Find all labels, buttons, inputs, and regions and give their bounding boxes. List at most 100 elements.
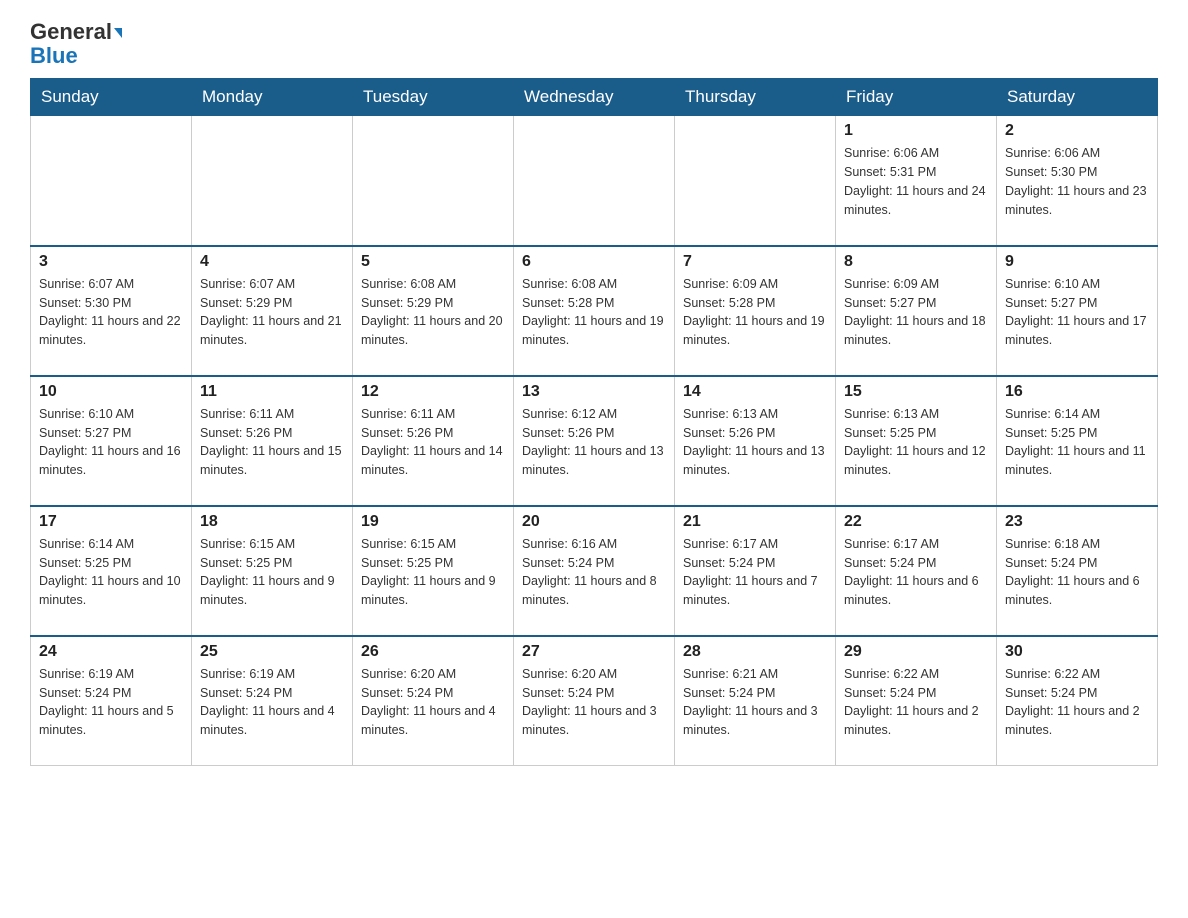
day-number: 23 xyxy=(1005,513,1149,531)
calendar-cell xyxy=(192,116,353,246)
column-header-tuesday: Tuesday xyxy=(353,79,514,116)
calendar-cell: 7 Sunrise: 6:09 AMSunset: 5:28 PMDaylight… xyxy=(675,246,836,376)
day-number: 13 xyxy=(522,383,666,401)
day-info: Sunrise: 6:15 AMSunset: 5:25 PMDaylight:… xyxy=(361,535,505,610)
day-number: 22 xyxy=(844,513,988,531)
day-number: 2 xyxy=(1005,122,1149,140)
day-info: Sunrise: 6:06 AMSunset: 5:30 PMDaylight:… xyxy=(1005,144,1149,219)
calendar-cell: 12 Sunrise: 6:11 AMSunset: 5:26 PMDayligh… xyxy=(353,376,514,506)
day-info: Sunrise: 6:22 AMSunset: 5:24 PMDaylight:… xyxy=(844,665,988,740)
day-number: 6 xyxy=(522,253,666,271)
day-info: Sunrise: 6:12 AMSunset: 5:26 PMDaylight:… xyxy=(522,405,666,480)
day-number: 29 xyxy=(844,643,988,661)
calendar-cell: 1 Sunrise: 6:06 AMSunset: 5:31 PMDaylight… xyxy=(836,116,997,246)
day-info: Sunrise: 6:10 AMSunset: 5:27 PMDaylight:… xyxy=(39,405,183,480)
day-number: 3 xyxy=(39,253,183,271)
calendar-week-row: 10 Sunrise: 6:10 AMSunset: 5:27 PMDayligh… xyxy=(31,376,1158,506)
day-info: Sunrise: 6:14 AMSunset: 5:25 PMDaylight:… xyxy=(39,535,183,610)
calendar-cell: 19 Sunrise: 6:15 AMSunset: 5:25 PMDayligh… xyxy=(353,506,514,636)
day-info: Sunrise: 6:19 AMSunset: 5:24 PMDaylight:… xyxy=(200,665,344,740)
calendar-cell: 25 Sunrise: 6:19 AMSunset: 5:24 PMDayligh… xyxy=(192,636,353,766)
day-number: 21 xyxy=(683,513,827,531)
day-info: Sunrise: 6:07 AMSunset: 5:29 PMDaylight:… xyxy=(200,275,344,350)
calendar-cell xyxy=(31,116,192,246)
calendar-week-row: 3 Sunrise: 6:07 AMSunset: 5:30 PMDaylight… xyxy=(31,246,1158,376)
day-number: 1 xyxy=(844,122,988,140)
calendar-cell: 13 Sunrise: 6:12 AMSunset: 5:26 PMDayligh… xyxy=(514,376,675,506)
calendar-cell: 22 Sunrise: 6:17 AMSunset: 5:24 PMDayligh… xyxy=(836,506,997,636)
column-header-sunday: Sunday xyxy=(31,79,192,116)
day-number: 14 xyxy=(683,383,827,401)
day-info: Sunrise: 6:15 AMSunset: 5:25 PMDaylight:… xyxy=(200,535,344,610)
calendar-table: SundayMondayTuesdayWednesdayThursdayFrid… xyxy=(30,78,1158,766)
day-info: Sunrise: 6:06 AMSunset: 5:31 PMDaylight:… xyxy=(844,144,988,219)
calendar-cell: 30 Sunrise: 6:22 AMSunset: 5:24 PMDayligh… xyxy=(997,636,1158,766)
column-header-monday: Monday xyxy=(192,79,353,116)
day-number: 24 xyxy=(39,643,183,661)
calendar-cell xyxy=(353,116,514,246)
day-number: 25 xyxy=(200,643,344,661)
day-number: 10 xyxy=(39,383,183,401)
calendar-week-row: 24 Sunrise: 6:19 AMSunset: 5:24 PMDayligh… xyxy=(31,636,1158,766)
day-number: 15 xyxy=(844,383,988,401)
column-header-saturday: Saturday xyxy=(997,79,1158,116)
day-number: 17 xyxy=(39,513,183,531)
day-info: Sunrise: 6:17 AMSunset: 5:24 PMDaylight:… xyxy=(683,535,827,610)
calendar-cell: 14 Sunrise: 6:13 AMSunset: 5:26 PMDayligh… xyxy=(675,376,836,506)
day-number: 8 xyxy=(844,253,988,271)
day-info: Sunrise: 6:10 AMSunset: 5:27 PMDaylight:… xyxy=(1005,275,1149,350)
day-number: 11 xyxy=(200,383,344,401)
day-info: Sunrise: 6:09 AMSunset: 5:27 PMDaylight:… xyxy=(844,275,988,350)
column-header-wednesday: Wednesday xyxy=(514,79,675,116)
calendar-cell: 23Sunrise: 6:18 AMSunset: 5:24 PMDayligh… xyxy=(997,506,1158,636)
day-info: Sunrise: 6:19 AMSunset: 5:24 PMDaylight:… xyxy=(39,665,183,740)
day-number: 4 xyxy=(200,253,344,271)
logo-text: GeneralBlue xyxy=(30,20,122,68)
day-number: 28 xyxy=(683,643,827,661)
day-number: 5 xyxy=(361,253,505,271)
day-info: Sunrise: 6:09 AMSunset: 5:28 PMDaylight:… xyxy=(683,275,827,350)
calendar-week-row: 1 Sunrise: 6:06 AMSunset: 5:31 PMDaylight… xyxy=(31,116,1158,246)
day-number: 26 xyxy=(361,643,505,661)
day-info: Sunrise: 6:20 AMSunset: 5:24 PMDaylight:… xyxy=(361,665,505,740)
calendar-cell xyxy=(675,116,836,246)
day-number: 9 xyxy=(1005,253,1149,271)
column-header-thursday: Thursday xyxy=(675,79,836,116)
calendar-cell: 15Sunrise: 6:13 AMSunset: 5:25 PMDayligh… xyxy=(836,376,997,506)
day-info: Sunrise: 6:21 AMSunset: 5:24 PMDaylight:… xyxy=(683,665,827,740)
calendar-cell: 18Sunrise: 6:15 AMSunset: 5:25 PMDayligh… xyxy=(192,506,353,636)
day-info: Sunrise: 6:08 AMSunset: 5:29 PMDaylight:… xyxy=(361,275,505,350)
day-info: Sunrise: 6:13 AMSunset: 5:26 PMDaylight:… xyxy=(683,405,827,480)
day-info: Sunrise: 6:16 AMSunset: 5:24 PMDaylight:… xyxy=(522,535,666,610)
day-info: Sunrise: 6:11 AMSunset: 5:26 PMDaylight:… xyxy=(361,405,505,480)
calendar-cell: 9 Sunrise: 6:10 AMSunset: 5:27 PMDaylight… xyxy=(997,246,1158,376)
page-header: GeneralBlue xyxy=(30,20,1158,68)
calendar-header-row: SundayMondayTuesdayWednesdayThursdayFrid… xyxy=(31,79,1158,116)
calendar-cell: 21 Sunrise: 6:17 AMSunset: 5:24 PMDayligh… xyxy=(675,506,836,636)
day-number: 16 xyxy=(1005,383,1149,401)
day-info: Sunrise: 6:17 AMSunset: 5:24 PMDaylight:… xyxy=(844,535,988,610)
calendar-week-row: 17 Sunrise: 6:14 AMSunset: 5:25 PMDayligh… xyxy=(31,506,1158,636)
calendar-cell: 16 Sunrise: 6:14 AMSunset: 5:25 PMDayligh… xyxy=(997,376,1158,506)
day-number: 20 xyxy=(522,513,666,531)
calendar-cell: 26 Sunrise: 6:20 AMSunset: 5:24 PMDayligh… xyxy=(353,636,514,766)
calendar-cell: 2 Sunrise: 6:06 AMSunset: 5:30 PMDaylight… xyxy=(997,116,1158,246)
day-number: 19 xyxy=(361,513,505,531)
calendar-cell: 4 Sunrise: 6:07 AMSunset: 5:29 PMDaylight… xyxy=(192,246,353,376)
calendar-cell: 11 Sunrise: 6:11 AMSunset: 5:26 PMDayligh… xyxy=(192,376,353,506)
day-info: Sunrise: 6:22 AMSunset: 5:24 PMDaylight:… xyxy=(1005,665,1149,740)
day-number: 30 xyxy=(1005,643,1149,661)
day-number: 7 xyxy=(683,253,827,271)
calendar-cell: 24 Sunrise: 6:19 AMSunset: 5:24 PMDayligh… xyxy=(31,636,192,766)
calendar-cell: 10 Sunrise: 6:10 AMSunset: 5:27 PMDayligh… xyxy=(31,376,192,506)
calendar-cell: 28 Sunrise: 6:21 AMSunset: 5:24 PMDayligh… xyxy=(675,636,836,766)
day-number: 12 xyxy=(361,383,505,401)
calendar-cell: 29 Sunrise: 6:22 AMSunset: 5:24 PMDayligh… xyxy=(836,636,997,766)
day-info: Sunrise: 6:14 AMSunset: 5:25 PMDaylight:… xyxy=(1005,405,1149,480)
day-number: 27 xyxy=(522,643,666,661)
day-info: Sunrise: 6:07 AMSunset: 5:30 PMDaylight:… xyxy=(39,275,183,350)
day-info: Sunrise: 6:11 AMSunset: 5:26 PMDaylight:… xyxy=(200,405,344,480)
calendar-cell: 8 Sunrise: 6:09 AMSunset: 5:27 PMDaylight… xyxy=(836,246,997,376)
calendar-cell: 3 Sunrise: 6:07 AMSunset: 5:30 PMDaylight… xyxy=(31,246,192,376)
calendar-cell: 20 Sunrise: 6:16 AMSunset: 5:24 PMDayligh… xyxy=(514,506,675,636)
